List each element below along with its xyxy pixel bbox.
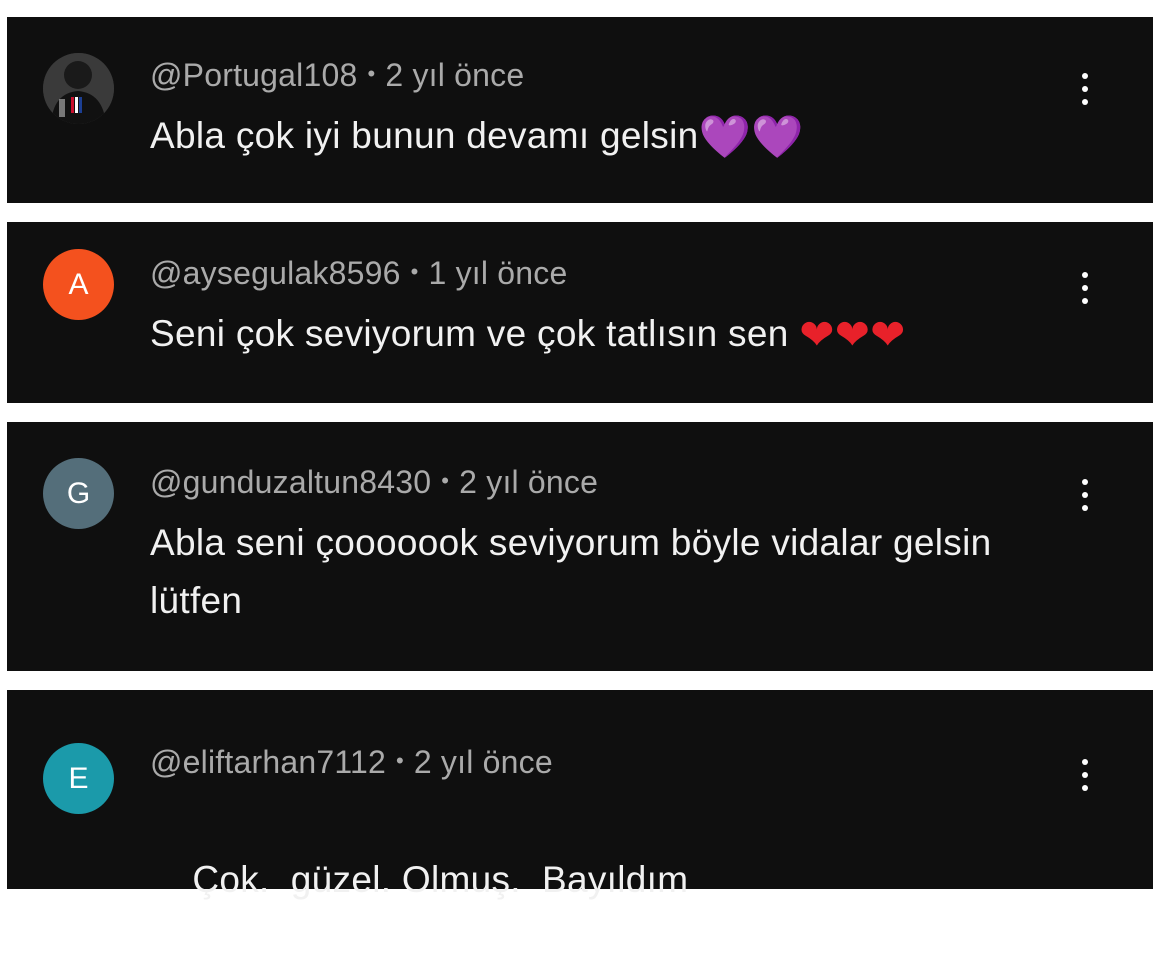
avatar[interactable]: A [43, 249, 114, 320]
separator-dot: • [395, 748, 404, 773]
purple-heart-emoji: 💜💜 [698, 112, 804, 161]
username[interactable]: @eliftarhan7112 [150, 744, 386, 780]
more-vert-icon[interactable] [1075, 755, 1095, 795]
timestamp[interactable]: 2 yıl önce [385, 57, 524, 93]
timestamp[interactable]: 1 yıl önce [428, 255, 567, 291]
comment-card: A @aysegulak8596 • 1 yıl önce Seni çok sev… [7, 222, 1153, 403]
comment-card: E @eliftarhan7112 • 2 yıl önce Çok. güzel.… [7, 690, 1153, 900]
username[interactable]: @Portugal108 [150, 57, 357, 93]
comment-card: @Portugal108 • 2 yıl önce Abla çok iyi bun… [7, 17, 1153, 203]
separator-dot: • [410, 259, 419, 284]
comment-meta: @aysegulak8596 • 1 yıl önce [150, 255, 567, 292]
red-heart-emoji: ❤❤❤ [799, 310, 906, 359]
more-vert-icon[interactable] [1075, 268, 1095, 308]
avatar-letter: E [68, 761, 89, 795]
avatar[interactable]: E [43, 743, 114, 814]
avatar[interactable]: G [43, 458, 114, 529]
separator-dot: • [367, 61, 376, 86]
separator-dot: • [441, 468, 450, 493]
avatar[interactable] [43, 53, 114, 124]
comment-text: Abla çok iyi bunun devamı gelsin💜💜 [150, 107, 1050, 166]
comment-body: Abla seni çooooook seviyorum böyle vidal… [150, 522, 992, 621]
comment-meta: @gunduzaltun8430 • 2 yıl önce [150, 464, 598, 501]
avatar-photo-icon [43, 53, 114, 124]
comment-body: Çok. güzel. Olmuş. Bayıldım [192, 859, 689, 900]
comment-text: Seni çok seviyorum ve çok tatlısın sen ❤… [150, 305, 1050, 364]
comment-meta: @Portugal108 • 2 yıl önce [150, 57, 524, 94]
more-vert-icon[interactable] [1075, 69, 1095, 109]
comment-meta: @eliftarhan7112 • 2 yıl önce [150, 744, 553, 781]
timestamp[interactable]: 2 yıl önce [459, 464, 598, 500]
username[interactable]: @aysegulak8596 [150, 255, 401, 291]
comment-card: G @gunduzaltun8430 • 2 yıl önce Abla seni … [7, 422, 1153, 671]
more-vert-icon[interactable] [1075, 475, 1095, 515]
comment-text: Çok. güzel. Olmuş. Bayıldım [150, 793, 1050, 967]
username[interactable]: @gunduzaltun8430 [150, 464, 431, 500]
timestamp[interactable]: 2 yıl önce [414, 744, 553, 780]
avatar-letter: A [68, 267, 89, 301]
comment-text: Abla seni çooooook seviyorum böyle vidal… [150, 514, 1050, 630]
comment-body: Seni çok seviyorum ve çok tatlısın sen [150, 313, 800, 354]
comment-body: Abla çok iyi bunun devamı gelsin [150, 115, 699, 156]
avatar-letter: G [66, 476, 91, 510]
